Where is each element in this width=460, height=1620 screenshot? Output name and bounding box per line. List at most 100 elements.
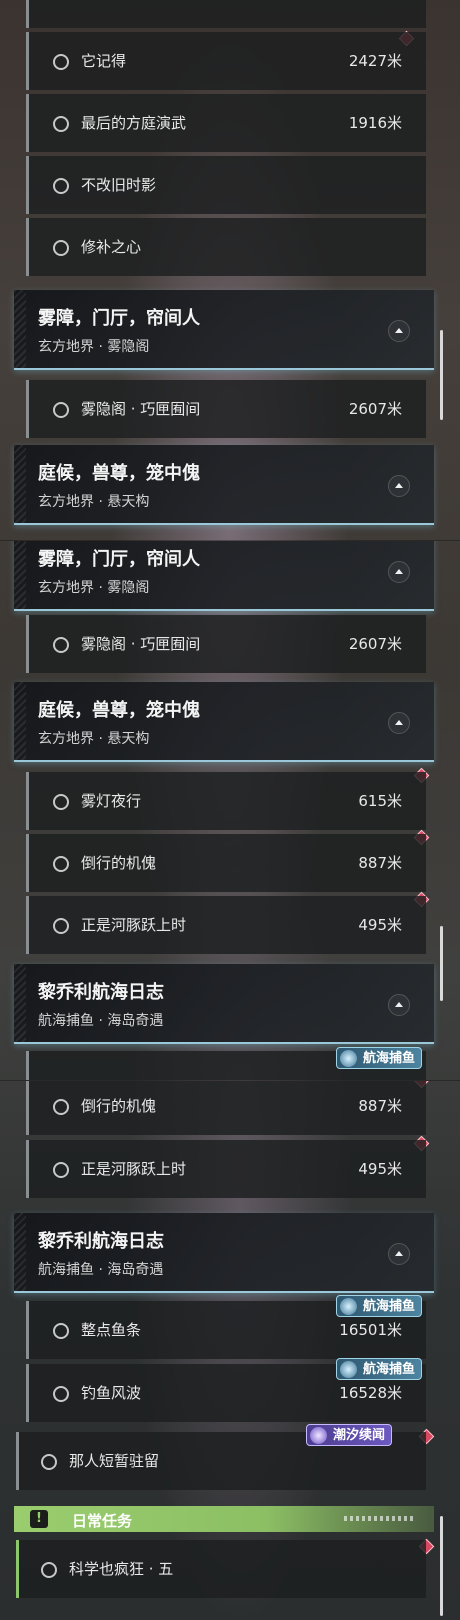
task-name: 那人短暂驻留 — [69, 1452, 160, 1470]
task-distance: 2607米 — [348, 635, 402, 653]
circle-outline-icon — [53, 178, 69, 194]
task-name: 雾隐阁 · 巧匣囿间 — [81, 635, 201, 653]
task-row[interactable]: 不改旧时影 — [26, 156, 426, 214]
task-distance: 887米 — [358, 854, 402, 872]
chevron-up-icon[interactable] — [388, 994, 410, 1016]
task-distance: 495米 — [358, 1160, 402, 1178]
task-name: 雾灯夜行 — [81, 792, 142, 810]
group-title: 雾障，门厅，帘间人 — [38, 308, 200, 329]
chevron-up-icon[interactable] — [388, 475, 410, 497]
task-row[interactable]: 倒行的机傀 887米 — [26, 834, 426, 892]
quest-group-header[interactable]: 雾障，门厅，帘间人 玄方地界 · 雾隐阁 — [14, 290, 434, 370]
task-distance: 1916米 — [348, 114, 402, 132]
circle-outline-icon — [53, 1162, 69, 1178]
quest-group-header[interactable]: 庭候，兽尊，笼中傀 玄方地界 · 悬天构 — [14, 682, 434, 762]
exclamation-icon: ! — [30, 1510, 48, 1528]
scrollbar-thumb[interactable] — [440, 330, 443, 420]
circle-outline-icon — [53, 794, 69, 810]
fishing-icon — [340, 1050, 357, 1067]
chevron-up-icon[interactable] — [388, 320, 410, 342]
task-row[interactable]: 修补之心 — [26, 218, 426, 276]
circle-outline-icon — [53, 116, 69, 132]
task-name: 倒行的机傀 — [81, 854, 157, 872]
fishing-badge: 航海捕鱼 — [336, 1358, 423, 1380]
quest-list-panel-1: 它记得 2427米 最后的方庭演武 1916米 不改旧时影 修补之心 雾障，门厅… — [0, 0, 460, 540]
quest-list-panel-3: 倒行的机傀 887米 正是河豚跃上时 495米 黎乔利航海日志 航海捕鱼 · 海… — [0, 1080, 460, 1620]
chevron-up-icon[interactable] — [388, 1243, 410, 1265]
scrollbar-thumb[interactable] — [440, 926, 443, 1001]
badge-label: 航海捕鱼 — [363, 1051, 416, 1066]
group-title: 黎乔利航海日志 — [38, 982, 164, 1003]
task-name: 雾隐阁 · 巧匣囿间 — [81, 400, 201, 418]
tide-icon — [310, 1427, 327, 1444]
group-subtitle: 玄方地界 · 悬天构 — [38, 494, 150, 510]
group-title: 庭候，兽尊，笼中傀 — [38, 463, 200, 484]
group-subtitle: 航海捕鱼 · 海岛奇遇 — [38, 1013, 164, 1029]
daily-tasks-header[interactable]: ! 日常任务 — [14, 1506, 434, 1532]
task-row[interactable]: 它记得 2427米 — [26, 32, 426, 90]
task-name: 最后的方庭演武 — [81, 114, 187, 132]
decoration — [344, 1516, 414, 1521]
quest-group-header[interactable]: 黎乔利航海日志 航海捕鱼 · 海岛奇遇 — [14, 964, 434, 1044]
fishing-icon — [340, 1298, 357, 1315]
task-distance: 16528米 — [339, 1384, 402, 1402]
task-name: 科学也疯狂 · 五 — [69, 1560, 174, 1578]
fishing-badge: 航海捕鱼 — [336, 1047, 423, 1069]
task-row[interactable]: 正是河豚跃上时 495米 — [26, 1140, 426, 1198]
circle-outline-icon — [41, 1562, 57, 1578]
circle-outline-icon — [53, 1386, 69, 1402]
task-row[interactable]: 科学也疯狂 · 五 — [16, 1540, 426, 1598]
circle-outline-icon — [53, 1323, 69, 1339]
badge-label: 潮汐续闻 — [333, 1428, 386, 1443]
group-title: 黎乔利航海日志 — [38, 1231, 164, 1252]
group-subtitle: 玄方地界 · 雾隐阁 — [38, 580, 150, 596]
circle-outline-icon — [53, 918, 69, 934]
quest-group-header[interactable]: 庭候，兽尊，笼中傀 玄方地界 · 悬天构 — [14, 445, 434, 525]
scrollbar-thumb[interactable] — [440, 1516, 443, 1616]
task-name: 正是河豚跃上时 — [81, 1160, 187, 1178]
fishing-icon — [340, 1361, 357, 1378]
task-row[interactable]: 倒行的机傀 887米 — [26, 1081, 426, 1135]
chevron-up-icon[interactable] — [388, 712, 410, 734]
task-distance: 16501米 — [339, 1321, 402, 1339]
task-distance: 2427米 — [348, 52, 402, 70]
task-row[interactable]: 雾隐阁 · 巧匣囿间 2607米 — [26, 615, 426, 673]
badge-label: 航海捕鱼 — [363, 1362, 416, 1377]
task-name: 正是河豚跃上时 — [81, 916, 187, 934]
fishing-badge: 航海捕鱼 — [336, 1295, 423, 1317]
chevron-up-icon[interactable] — [388, 561, 410, 583]
task-name: 不改旧时影 — [81, 176, 157, 194]
group-subtitle: 航海捕鱼 · 海岛奇遇 — [38, 1262, 164, 1278]
circle-outline-icon — [53, 637, 69, 653]
task-name: 钓鱼风波 — [81, 1384, 142, 1402]
badge-label: 航海捕鱼 — [363, 1299, 416, 1314]
circle-outline-icon — [53, 402, 69, 418]
group-title: 雾障，门厅，帘间人 — [38, 549, 200, 570]
task-row[interactable]: 雾隐阁 · 巧匣囿间 2607米 — [26, 380, 426, 438]
task-row[interactable]: 雾灯夜行 615米 — [26, 772, 426, 830]
task-distance: 615米 — [358, 792, 402, 810]
tide-badge: 潮汐续闻 — [306, 1424, 393, 1446]
task-distance: 887米 — [358, 1097, 402, 1115]
group-title: 庭候，兽尊，笼中傀 — [38, 700, 200, 721]
task-name: 它记得 — [81, 52, 127, 70]
circle-outline-icon — [41, 1454, 57, 1470]
circle-outline-icon — [53, 856, 69, 872]
task-name: 倒行的机傀 — [81, 1097, 157, 1115]
daily-tasks-label: 日常任务 — [72, 1512, 133, 1530]
task-name: 整点鱼条 — [81, 1321, 142, 1339]
quest-group-header[interactable]: 黎乔利航海日志 航海捕鱼 · 海岛奇遇 — [14, 1213, 434, 1293]
circle-outline-icon — [53, 54, 69, 70]
task-row[interactable]: 最后的方庭演武 1916米 — [26, 94, 426, 152]
task-name: 修补之心 — [81, 238, 142, 256]
task-distance: 495米 — [358, 916, 402, 934]
task-row-partial[interactable] — [26, 0, 426, 28]
quest-list-panel-2: 雾障，门厅，帘间人 玄方地界 · 雾隐阁 雾隐阁 · 巧匣囿间 2607米 庭候… — [0, 540, 460, 1080]
circle-outline-icon — [53, 240, 69, 256]
circle-outline-icon — [53, 1099, 69, 1115]
task-row[interactable]: 正是河豚跃上时 495米 — [26, 896, 426, 954]
task-distance: 2607米 — [348, 400, 402, 418]
quest-group-header[interactable]: 雾障，门厅，帘间人 玄方地界 · 雾隐阁 — [14, 541, 434, 611]
group-subtitle: 玄方地界 · 悬天构 — [38, 731, 150, 747]
group-subtitle: 玄方地界 · 雾隐阁 — [38, 339, 150, 355]
